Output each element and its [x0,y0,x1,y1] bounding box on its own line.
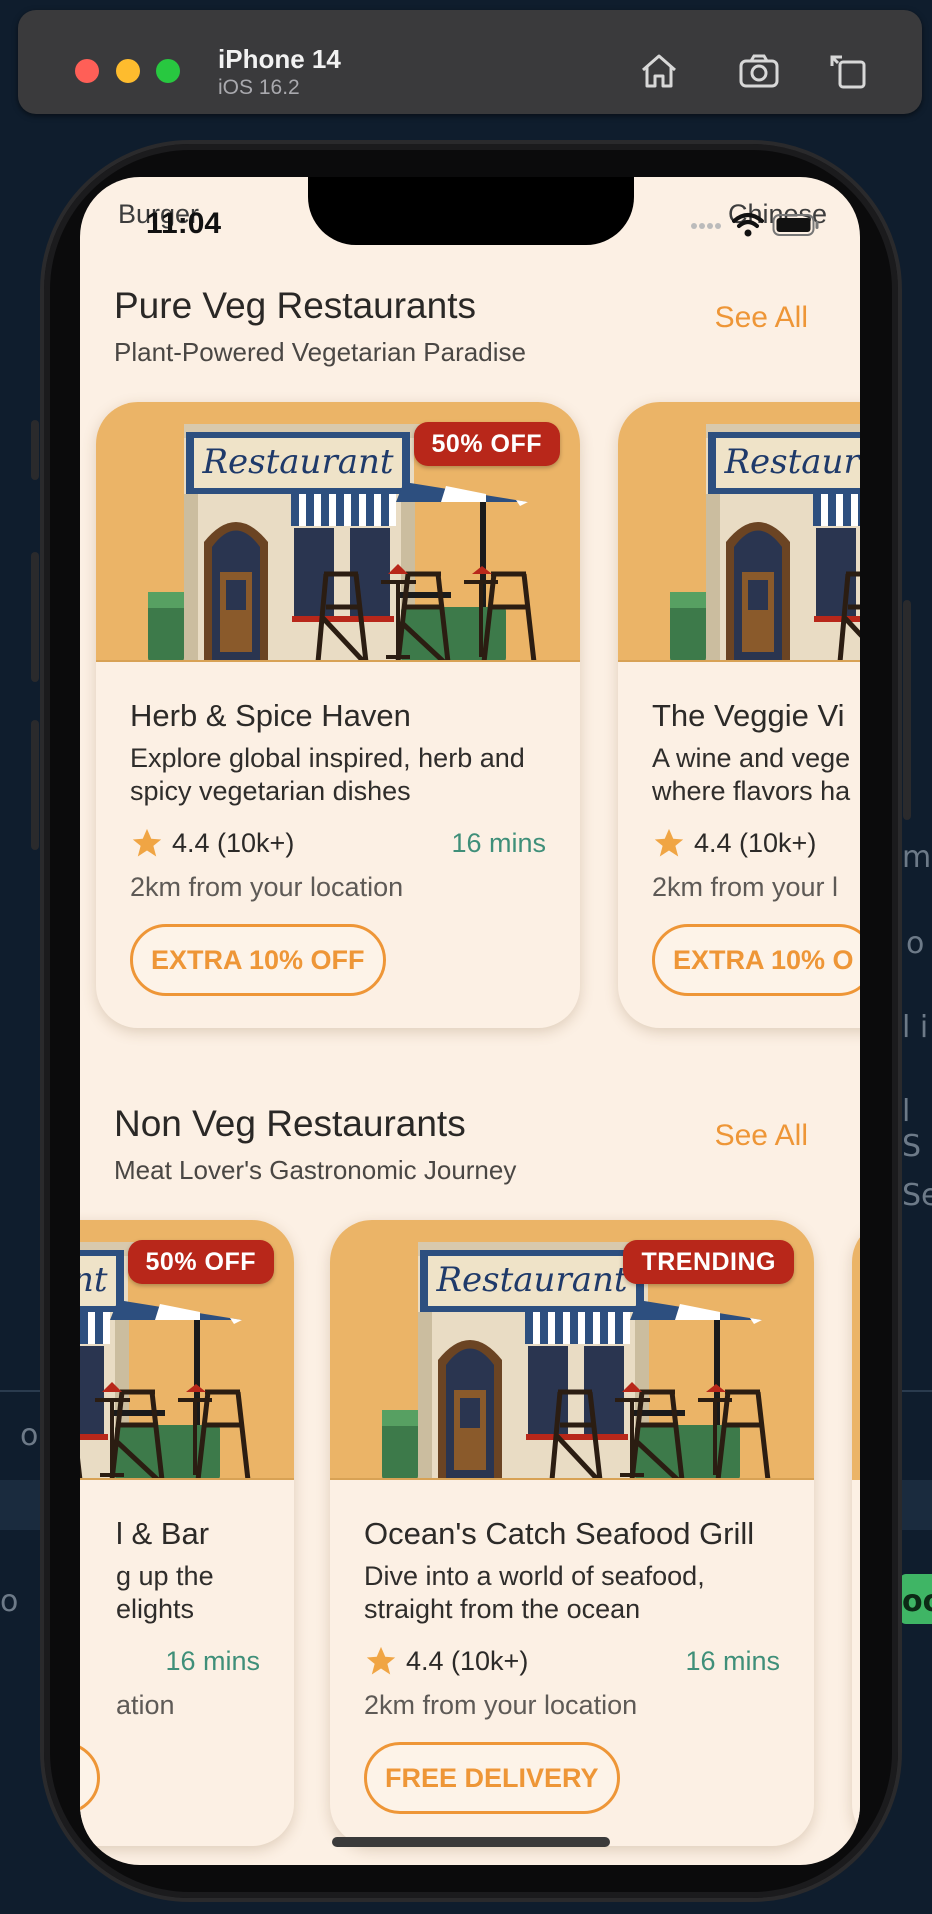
signal-icon [691,223,721,229]
see-all-button[interactable]: See All [715,1119,808,1153]
rating-text: 4.4 (10k+) [172,828,295,858]
restaurant-card[interactable]: Restaurant 50% OFF l & Bar g up the elig… [80,1220,294,1846]
rating-row: 4.4 (10k+) [652,824,860,864]
side-button [31,420,39,480]
section-title: Non Veg Restaurants [114,1103,466,1144]
minimize-window-button[interactable] [116,59,140,83]
rating-row: 4.4 (10k+) 16 mins [364,1642,780,1682]
restaurant-description: Explore global inspired, herb and spicy … [130,743,525,806]
status-time: 11:04 [146,207,222,240]
background-text: oo [902,1584,932,1619]
offer-button[interactable]: EXTRA 10% OFF [130,924,386,996]
rotate-icon[interactable] [826,48,872,94]
background-text: o [906,926,925,961]
notch [308,177,634,245]
rating-text: 4.4 (10k+) [406,1646,529,1676]
restaurant-name: Herb & Spice Haven [130,698,411,733]
delivery-time: 16 mins [451,828,546,858]
device-name: iPhone 14 [218,44,341,74]
see-all-button[interactable]: See All [715,301,808,335]
close-window-button[interactable] [75,59,99,83]
offer-button[interactable]: FREE DELIVERY [364,1742,620,1814]
star-icon [654,828,684,857]
simulator-toolbar: iPhone 14 iOS 16.2 [18,10,922,114]
offer-button[interactable]: EXTRA 10% O [652,924,860,996]
side-button [31,552,39,682]
battery-icon [772,214,819,236]
offer-badge: 50% OFF [413,422,560,466]
restaurant-description: g up the elights [116,1561,214,1624]
section-subtitle: Meat Lover's Gastronomic Journey [114,1155,517,1185]
home-indicator[interactable] [332,1837,610,1847]
section-subtitle: Plant-Powered Vegetarian Paradise [114,337,526,367]
delivery-time: 16 mins [685,1646,780,1676]
os-version: iOS 16.2 [218,76,300,99]
svg-text:Restaurant: Restaurant [723,442,860,482]
rating-row: 16 mins [80,1642,260,1682]
distance-text: ation [116,1690,175,1720]
background-text: Se [902,1178,932,1213]
restaurant-image [852,1220,860,1480]
svg-text:Restaurant: Restaurant [80,1260,108,1300]
star-icon [366,1646,396,1675]
wifi-icon [732,213,764,237]
distance-text: 2km from your location [130,872,404,902]
background-text: mm [902,840,932,875]
restaurant-description: A wine and vege where flavors ha [652,743,851,806]
restaurant-name: The Veggie Vi [652,698,845,733]
zoom-window-button[interactable] [156,59,180,83]
background-text: o [20,1418,39,1453]
restaurant-name: Ocean's Catch Seafood Grill [364,1516,755,1551]
side-button [903,600,911,820]
background-text: o [0,1584,19,1619]
trending-badge: TRENDING [623,1240,794,1284]
restaurant-card[interactable] [852,1220,860,1846]
offer-badge: 50% OFF [127,1240,274,1284]
rating-text: 4.4 (10k+) [694,828,817,858]
home-icon[interactable] [636,48,682,94]
app-screen: Burger Chinese 11:04 Pure Veg Restaurant… [80,177,860,1865]
section-title: Pure Veg Restaurants [114,285,476,326]
side-button [31,720,39,850]
restaurant-name: l & Bar [116,1516,210,1551]
restaurant-card[interactable]: Restaurant 50% OFF Herb & Spice Haven Ex… [96,402,580,1028]
delivery-time: 16 mins [165,1646,260,1676]
rating-row: 4.4 (10k+) 16 mins [130,824,546,864]
restaurant-card[interactable]: Restaurant The Veggie Vi A wine and vege… [618,402,860,1028]
svg-text:Restaurant: Restaurant [435,1260,627,1300]
star-icon [132,828,162,857]
offer-button[interactable] [80,1742,100,1814]
restaurant-image: Restaurant [618,402,860,662]
screenshot-icon[interactable] [736,48,782,94]
svg-text:Restaurant: Restaurant [201,442,393,482]
background-text: l i [902,1010,929,1045]
restaurant-description: Dive into a world of seafood, straight f… [364,1561,705,1624]
distance-text: 2km from your l [652,872,839,902]
status-icons [690,212,820,238]
distance-text: 2km from your location [364,1690,638,1720]
background-text: l S [902,1094,922,1164]
restaurant-card[interactable]: Restaurant TRENDING Ocean's Catch Seafoo… [330,1220,814,1846]
